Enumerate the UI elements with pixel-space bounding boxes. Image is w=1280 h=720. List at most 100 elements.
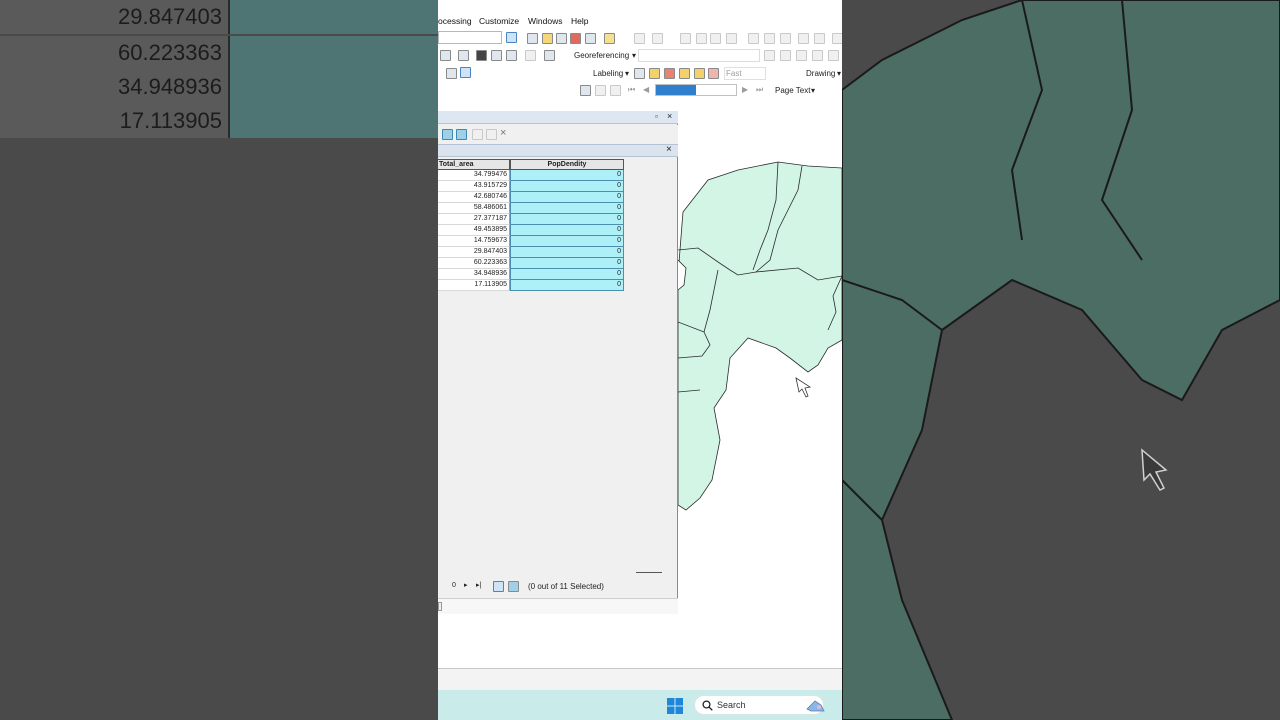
cell-total-area[interactable]: 34.799476 [438, 170, 510, 181]
page-combo[interactable] [655, 84, 737, 96]
cell-popdendity[interactable]: 0 [510, 203, 624, 214]
cell-popdendity[interactable]: 0 [510, 236, 624, 247]
zoomed-popdensity-cell [230, 70, 438, 104]
next-page-icon[interactable]: ▶ [742, 85, 748, 94]
cell-popdendity[interactable]: 0 [510, 280, 624, 291]
lock-icon[interactable] [446, 68, 457, 79]
disabled-tool-icon [812, 50, 823, 61]
close-tab-icon[interactable]: × [666, 144, 672, 155]
label-quality-combo-frame[interactable] [724, 67, 766, 80]
page-text-dropdown-icon[interactable]: ▾ [811, 86, 815, 95]
table-icon[interactable] [527, 33, 538, 44]
cell-total-area[interactable]: 42.680746 [438, 192, 510, 203]
labeling-dropdown-icon[interactable]: ▾ [625, 69, 629, 78]
cell-total-area[interactable]: 58.486061 [438, 203, 510, 214]
table-window-titlebar[interactable]: ▫ × [438, 111, 678, 124]
georeferencing-menu[interactable]: Georeferencing [574, 51, 629, 60]
page-combo-highlight [656, 85, 696, 95]
zoomed-total-area-cell: 34.948936 [0, 70, 230, 104]
cell-popdendity[interactable]: 0 [510, 269, 624, 280]
show-selected-records-icon[interactable] [508, 581, 519, 592]
show-all-records-icon[interactable] [493, 581, 504, 592]
cell-popdendity[interactable]: 0 [510, 170, 624, 181]
data-driven-pages-toolbar: ⏮ ◀ ▶ ⏭ Page Text ▾ [438, 82, 842, 100]
menu-geoprocessing[interactable]: ocessing [438, 16, 472, 26]
cell-total-area[interactable]: 49.453895 [438, 225, 510, 236]
select-tool-icon[interactable] [544, 50, 555, 61]
menu-customize[interactable]: Customize [479, 16, 519, 26]
zoomed-table-row: 60.223363 [0, 36, 438, 70]
table-tab-strip: × [438, 144, 678, 157]
restore-icon[interactable]: ▫ [655, 112, 658, 121]
disabled-tool-icon [764, 33, 775, 44]
zoomed-map-background [842, 0, 1280, 720]
status-bar [438, 668, 842, 690]
search-window-icon[interactable] [556, 33, 567, 44]
editor-icon[interactable] [506, 32, 517, 43]
search-input[interactable]: Search [717, 700, 746, 710]
cell-popdendity[interactable]: 0 [510, 192, 624, 203]
cell-total-area[interactable]: 43.915729 [438, 181, 510, 192]
back-extent-icon[interactable] [440, 50, 451, 61]
windows-start-icon[interactable] [667, 698, 683, 714]
taskbar-search-box[interactable]: Search [694, 695, 825, 715]
label-weight-icon[interactable] [664, 68, 675, 79]
georeferencing-layer-combo[interactable] [638, 49, 760, 62]
cell-popdendity[interactable]: 0 [510, 181, 624, 192]
drawing-dropdown-icon[interactable]: ▾ [837, 69, 841, 78]
view-unplaced-icon[interactable] [708, 68, 719, 79]
python-icon[interactable] [585, 33, 596, 44]
table-tab[interactable] [438, 602, 442, 611]
drawing-menu[interactable]: Drawing [806, 69, 835, 78]
column-header-popdendity[interactable]: PopDendity [510, 159, 624, 170]
delete-icon[interactable]: × [500, 127, 506, 139]
zoomed-total-area-cell: 60.223363 [0, 36, 230, 70]
cell-total-area[interactable]: 14.759673 [438, 236, 510, 247]
cell-total-area[interactable]: 17.113905 [438, 280, 510, 291]
cell-popdendity[interactable]: 0 [510, 247, 624, 258]
modelbuilder-icon[interactable] [604, 33, 615, 44]
record-number[interactable]: 0 [452, 582, 456, 589]
cell-total-area[interactable]: 60.223363 [438, 258, 510, 269]
splitter-line [636, 572, 662, 573]
catalog-icon[interactable] [542, 33, 553, 44]
cell-total-area[interactable]: 34.948936 [438, 269, 510, 280]
map-view[interactable] [677, 100, 842, 665]
cell-popdendity[interactable]: 0 [510, 258, 624, 269]
select-by-attributes-icon[interactable] [442, 129, 453, 140]
georeferencing-dropdown-icon[interactable]: ▾ [632, 51, 636, 60]
cell-total-area[interactable]: 27.377187 [438, 214, 510, 225]
pause-labeling-icon[interactable] [694, 68, 705, 79]
cell-popdendity[interactable]: 0 [510, 225, 624, 236]
previous-page-icon[interactable]: ◀ [643, 85, 649, 94]
next-record-icon[interactable]: ▸ [464, 581, 468, 589]
cell-total-area[interactable]: 29.847403 [438, 247, 510, 258]
last-page-icon[interactable]: ⏭ [756, 85, 763, 95]
page-text-menu[interactable]: Page Text [775, 86, 810, 95]
disabled-tool-icon [796, 50, 807, 61]
menu-windows[interactable]: Windows [528, 16, 562, 26]
mouse-cursor-icon [795, 377, 812, 398]
menu-help[interactable]: Help [571, 16, 588, 26]
column-header-total-area[interactable]: Total_area [438, 159, 510, 170]
disabled-tool-icon [828, 50, 839, 61]
labeling-menu[interactable]: Labeling [593, 69, 623, 78]
switch-selection-icon[interactable] [456, 129, 467, 140]
scale-combo[interactable] [438, 31, 502, 44]
find-binoculars-icon[interactable] [476, 50, 487, 61]
hyperlink-icon[interactable] [506, 50, 517, 61]
map-tips-icon[interactable] [460, 67, 471, 78]
zoomed-table-row: 34.948936 [0, 70, 438, 104]
label-manager-icon[interactable] [634, 68, 645, 79]
close-window-icon[interactable]: × [667, 111, 672, 121]
label-priority-icon[interactable] [649, 68, 660, 79]
first-page-icon[interactable]: ⏮ [628, 85, 635, 95]
arctoolbox-icon[interactable] [570, 33, 581, 44]
setup-pages-icon[interactable] [580, 85, 591, 96]
lock-labels-icon[interactable] [679, 68, 690, 79]
cell-popdendity[interactable]: 0 [510, 214, 624, 225]
full-extent-icon[interactable] [458, 50, 469, 61]
last-record-icon[interactable]: ▸| [476, 581, 481, 589]
attribute-table-window: ▫ × × × Total_area PopDendity 34.799476 0… [438, 111, 678, 614]
measure-icon[interactable] [491, 50, 502, 61]
